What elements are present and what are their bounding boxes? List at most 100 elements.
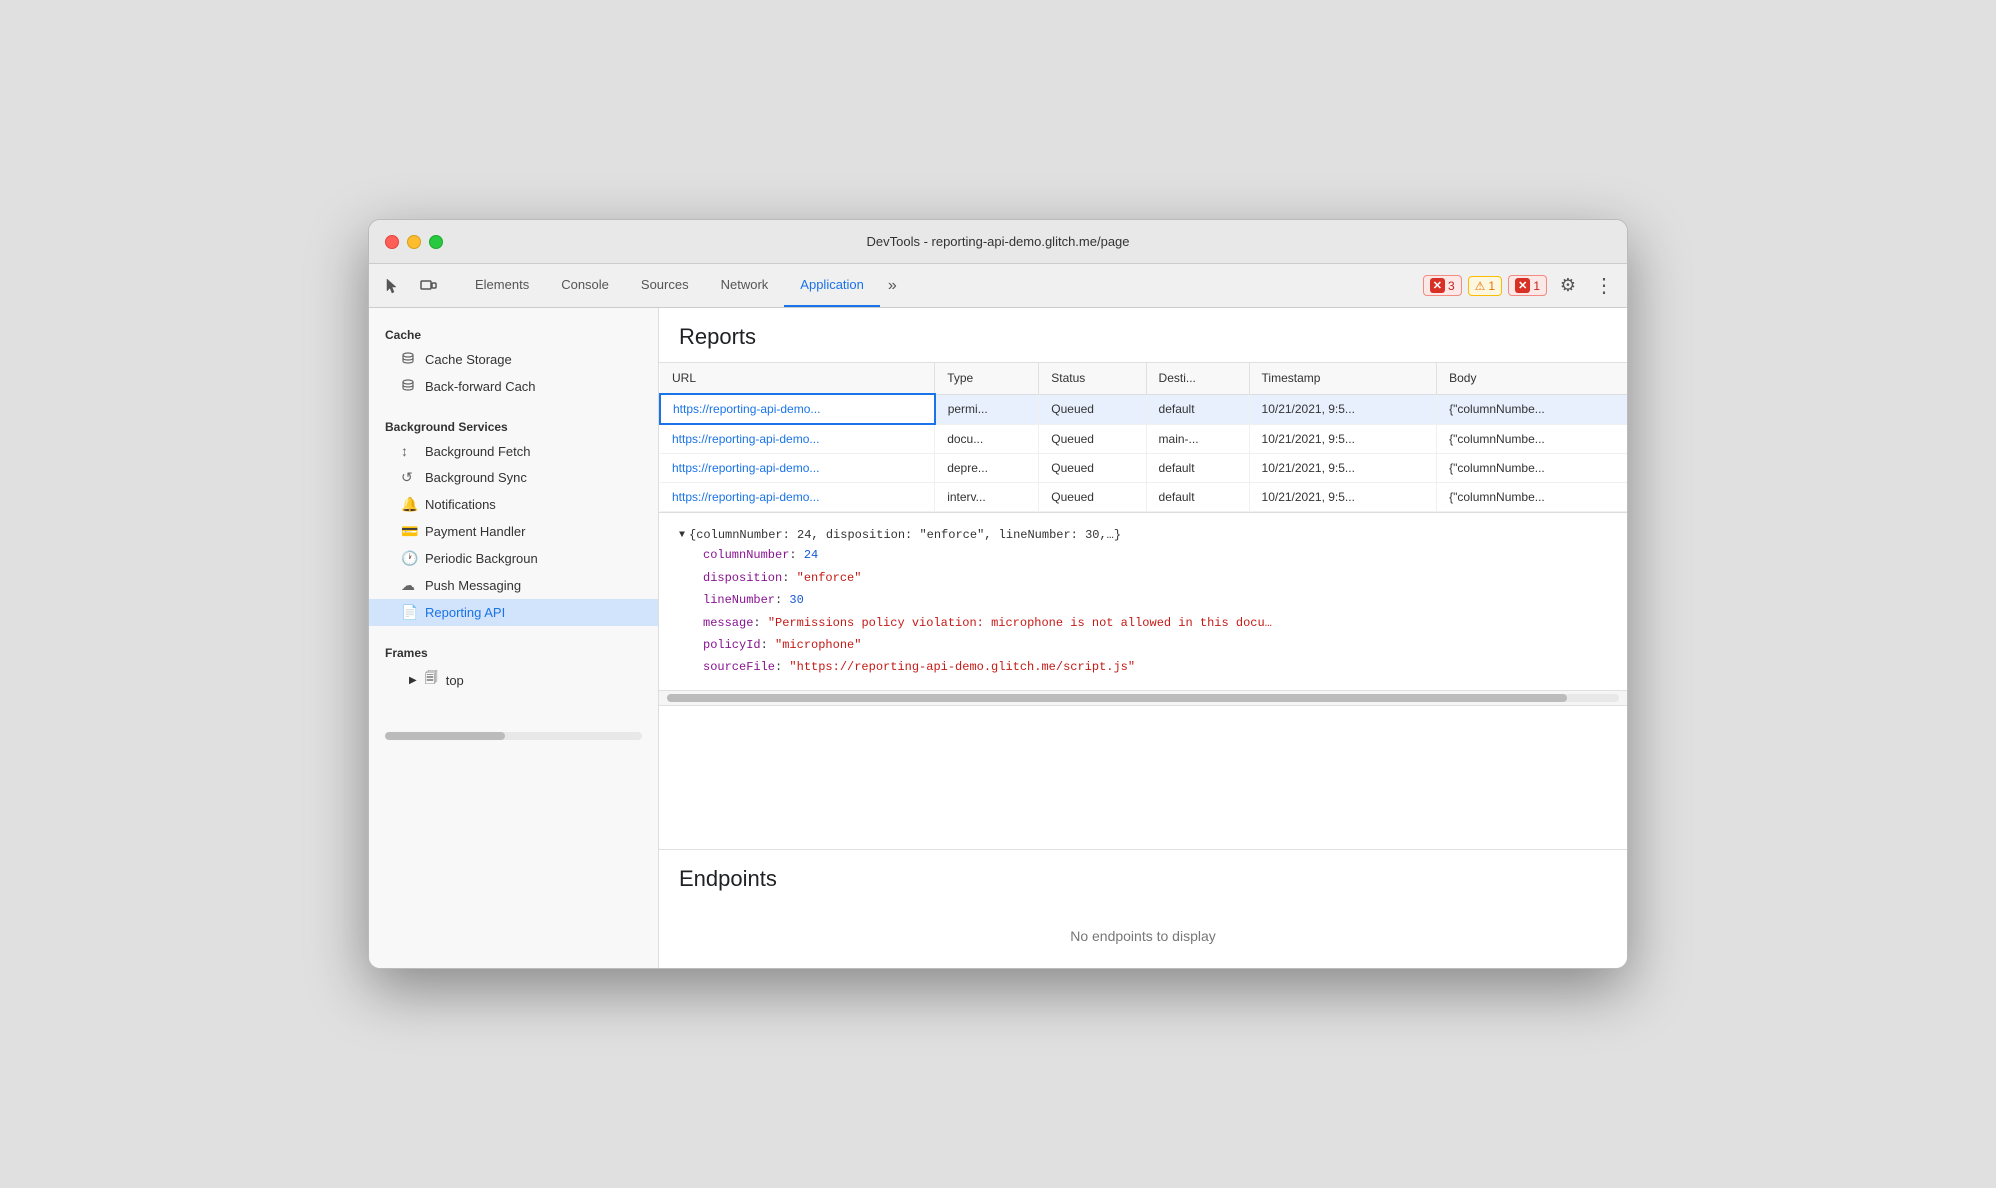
endpoints-title: Endpoints	[659, 849, 1627, 904]
bg-sync-icon: ↺	[401, 469, 417, 486]
sidebar-item-notifications[interactable]: 🔔 Notifications	[369, 491, 658, 518]
toolbar-right: ✕ 3 ⚠ 1 ✕ 1 ⚙ ⋮	[1423, 272, 1619, 300]
more-options-button[interactable]: ⋮	[1589, 272, 1619, 300]
bg-sync-label: Background Sync	[425, 470, 527, 485]
main-content: Cache Cache Storage	[369, 308, 1627, 968]
cell-type: docu...	[935, 424, 1039, 454]
tab-console[interactable]: Console	[545, 264, 625, 307]
cell-body: {"columnNumbe...	[1437, 394, 1627, 424]
cursor-icon[interactable]	[377, 272, 407, 300]
no-endpoints-message: No endpoints to display	[659, 904, 1627, 968]
sidebar-item-bg-fetch[interactable]: ↕ Background Fetch	[369, 438, 658, 464]
table-row[interactable]: https://reporting-api-demo...permi...Que…	[660, 394, 1627, 424]
collapse-icon: ▼	[679, 527, 685, 544]
bg-fetch-label: Background Fetch	[425, 444, 531, 459]
titlebar: DevTools - reporting-api-demo.glitch.me/…	[369, 220, 1627, 264]
frame-expand-icon: ▶	[409, 675, 417, 686]
detail-props: columnNumber: 24 disposition: "enforce" …	[679, 545, 1607, 677]
cell-type: depre...	[935, 454, 1039, 483]
frame-folder-icon: 🗐	[425, 669, 438, 691]
table-row[interactable]: https://reporting-api-demo...interv...Qu…	[660, 483, 1627, 512]
horizontal-scrollbar[interactable]	[659, 690, 1627, 706]
warning-count-badge[interactable]: ⚠ 1	[1468, 276, 1502, 296]
sidebar-item-back-forward[interactable]: Back-forward Cach	[369, 373, 658, 400]
cell-dest: default	[1146, 394, 1249, 424]
prop-source-file: sourceFile: "https://reporting-api-demo.…	[703, 657, 1607, 677]
cell-dest: default	[1146, 483, 1249, 512]
error-count-badge[interactable]: ✕ 3	[1423, 275, 1462, 296]
tab-network[interactable]: Network	[705, 264, 785, 307]
frames-item-top[interactable]: ▶ 🗐 top	[369, 664, 658, 696]
more-tabs-button[interactable]: »	[880, 264, 905, 307]
tab-elements[interactable]: Elements	[459, 264, 545, 307]
cell-timestamp: 10/21/2021, 9:5...	[1249, 454, 1437, 483]
tabs-bar: Elements Console Sources Network Applica…	[459, 264, 1419, 307]
periodic-bg-icon: 🕐	[401, 550, 417, 567]
back-forward-label: Back-forward Cach	[425, 379, 536, 394]
minimize-button[interactable]	[407, 235, 421, 249]
cell-status: Queued	[1039, 454, 1146, 483]
error-icon: ✕	[1430, 278, 1445, 293]
endpoints-section: Endpoints No endpoints to display	[659, 849, 1627, 968]
error-count2: 1	[1533, 279, 1540, 293]
reports-table: URL Type Status Desti... Timestamp Body …	[659, 363, 1627, 512]
devtools-window: DevTools - reporting-api-demo.glitch.me/…	[368, 219, 1628, 969]
detail-summary-text: {columnNumber: 24, disposition: "enforce…	[689, 525, 1121, 545]
tab-application[interactable]: Application	[784, 264, 880, 307]
table-row[interactable]: https://reporting-api-demo...depre...Que…	[660, 454, 1627, 483]
cell-body: {"columnNumbe...	[1437, 454, 1627, 483]
prop-column-number: columnNumber: 24	[703, 545, 1607, 565]
frames-section-title: Frames	[369, 638, 658, 664]
cache-storage-icon	[401, 351, 417, 368]
table-row[interactable]: https://reporting-api-demo...docu...Queu…	[660, 424, 1627, 454]
cache-section-title: Cache	[369, 320, 658, 346]
sidebar-item-bg-sync[interactable]: ↺ Background Sync	[369, 464, 658, 491]
prop-line-number: lineNumber: 30	[703, 590, 1607, 610]
table-header-row: URL Type Status Desti... Timestamp Body	[660, 363, 1627, 394]
col-dest: Desti...	[1146, 363, 1249, 394]
cell-status: Queued	[1039, 483, 1146, 512]
sidebar-item-reporting-api[interactable]: 📄 Reporting API	[369, 599, 658, 626]
col-url: URL	[660, 363, 935, 394]
periodic-bg-label: Periodic Backgroun	[425, 551, 538, 566]
cell-type: permi...	[935, 394, 1039, 424]
error-icon2: ✕	[1515, 278, 1530, 293]
cell-type: interv...	[935, 483, 1039, 512]
col-timestamp: Timestamp	[1249, 363, 1437, 394]
error-count2-badge[interactable]: ✕ 1	[1508, 275, 1547, 296]
device-icon[interactable]	[413, 272, 443, 300]
reporting-api-icon: 📄	[401, 604, 417, 621]
settings-button[interactable]: ⚙	[1553, 272, 1583, 300]
reports-table-container: URL Type Status Desti... Timestamp Body …	[659, 362, 1627, 512]
cell-status: Queued	[1039, 424, 1146, 454]
col-status: Status	[1039, 363, 1146, 394]
tab-sources[interactable]: Sources	[625, 264, 705, 307]
reports-section: Reports URL Type Status Desti... Timesta…	[659, 308, 1627, 849]
sidebar-scrollbar[interactable]	[385, 732, 642, 740]
prop-message: message: "Permissions policy violation: …	[703, 613, 1607, 633]
back-forward-icon	[401, 378, 417, 395]
cell-timestamp: 10/21/2021, 9:5...	[1249, 424, 1437, 454]
window-title: DevTools - reporting-api-demo.glitch.me/…	[866, 234, 1129, 249]
detail-summary[interactable]: ▼ {columnNumber: 24, disposition: "enfor…	[679, 525, 1607, 545]
sidebar-item-push-messaging[interactable]: ☁ Push Messaging	[369, 572, 658, 599]
cell-url: https://reporting-api-demo...	[660, 483, 935, 512]
push-messaging-label: Push Messaging	[425, 578, 521, 593]
cell-timestamp: 10/21/2021, 9:5...	[1249, 394, 1437, 424]
error-count: 3	[1448, 279, 1455, 293]
warning-icon: ⚠	[1475, 279, 1486, 293]
notifications-label: Notifications	[425, 497, 496, 512]
reporting-api-label: Reporting API	[425, 605, 505, 620]
cell-status: Queued	[1039, 394, 1146, 424]
sidebar-item-payment-handler[interactable]: 💳 Payment Handler	[369, 518, 658, 545]
prop-policy-id: policyId: "microphone"	[703, 635, 1607, 655]
notifications-icon: 🔔	[401, 496, 417, 513]
cell-body: {"columnNumbe...	[1437, 483, 1627, 512]
sidebar: Cache Cache Storage	[369, 308, 659, 968]
bg-fetch-icon: ↕	[401, 443, 417, 459]
sidebar-item-periodic-bg[interactable]: 🕐 Periodic Backgroun	[369, 545, 658, 572]
maximize-button[interactable]	[429, 235, 443, 249]
sidebar-item-cache-storage[interactable]: Cache Storage	[369, 346, 658, 373]
close-button[interactable]	[385, 235, 399, 249]
traffic-lights	[385, 235, 443, 249]
